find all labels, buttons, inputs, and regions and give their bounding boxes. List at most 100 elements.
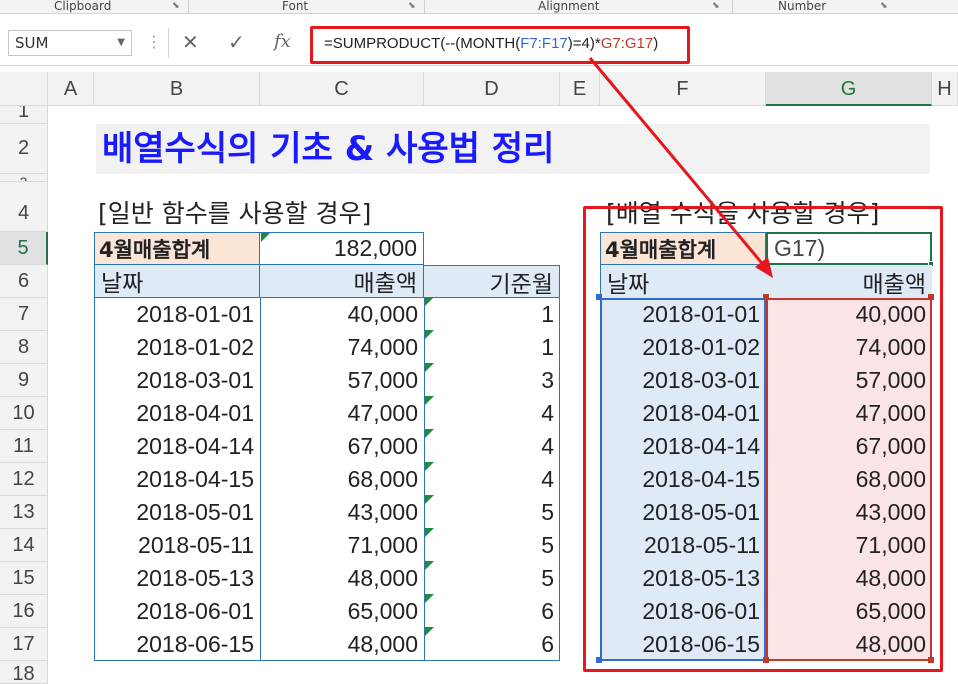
select-all-corner[interactable] [0,72,48,106]
ribbon-separator [188,0,189,14]
chevron-down-icon[interactable]: ▼ [117,31,125,55]
error-indicator-icon [425,429,434,438]
left-sales-cell[interactable]: 43,000 [260,496,424,529]
left-month-cell[interactable]: 4 [424,397,560,430]
left-sales-cell[interactable]: 67,000 [260,430,424,463]
column-header-d[interactable]: D [424,72,560,106]
row-header-3[interactable]: 3 [0,174,48,182]
left-total-value[interactable]: 182,000 [260,232,424,265]
ribbon-group-font: Font [282,0,309,13]
error-indicator-icon [425,594,434,603]
row-header-6[interactable]: 6 [0,265,48,298]
ribbon-group-clipboard: Clipboard [54,0,112,13]
ribbon-separator [732,0,733,14]
column-header-e[interactable]: E [560,72,600,106]
left-month-cell[interactable]: 6 [424,628,560,661]
left-section-heading[interactable]: [일반 함수를 사용할 경우] [98,194,371,230]
column-header-f[interactable]: F [600,72,766,106]
array-formula-highlight-box [583,206,943,672]
error-indicator-icon [425,363,434,372]
error-indicator-icon [425,627,434,636]
error-indicator-icon [425,561,434,570]
left-month-cell[interactable]: 6 [424,595,560,628]
left-sales-cell[interactable]: 68,000 [260,463,424,496]
enter-icon[interactable]: ✓ [228,30,245,54]
drag-handle-icon[interactable]: ⋮ [146,32,162,52]
row-header-2[interactable]: 2 [0,124,48,174]
left-date-cell[interactable]: 2018-05-11 [94,529,260,562]
ribbon-group-alignment: Alignment [538,0,600,13]
left-month-cell[interactable]: 5 [424,562,560,595]
left-date-cell[interactable]: 2018-01-02 [94,331,260,364]
left-month-cell[interactable]: 5 [424,529,560,562]
left-sales-cell[interactable]: 74,000 [260,331,424,364]
row-header-18[interactable]: 18 [0,661,48,684]
left-month-cell[interactable]: 5 [424,496,560,529]
row-header-5[interactable]: 5 [0,232,48,265]
left-sales-cell[interactable]: 65,000 [260,595,424,628]
left-date-cell[interactable]: 2018-05-13 [94,562,260,595]
left-month-cell[interactable]: 1 [424,298,560,331]
sheet-title[interactable]: 배열수식의 기초 & 사용법 정리 [96,124,930,174]
column-header-a[interactable]: A [48,72,94,106]
formula-highlight-box [310,26,690,64]
dialog-launcher-icon[interactable]: ⬊ [172,2,181,11]
row-header-7[interactable]: 7 [0,298,48,331]
row-header-8[interactable]: 8 [0,331,48,364]
ribbon-group-number: Number [778,0,827,13]
column-header-b[interactable]: B [94,72,260,106]
left-sales-cell[interactable]: 48,000 [260,628,424,661]
left-date-cell[interactable]: 2018-04-14 [94,430,260,463]
row-header-9[interactable]: 9 [0,364,48,397]
error-indicator-icon [425,528,434,537]
left-month-cell[interactable]: 4 [424,463,560,496]
left-sales-cell[interactable]: 40,000 [260,298,424,331]
left-header-month[interactable]: 기준월 [424,265,560,298]
left-date-cell[interactable]: 2018-05-01 [94,496,260,529]
left-header-sales[interactable]: 매출액 [260,265,424,298]
ribbon-group-labels: Clipboard ⬊ Font ⬊ Alignment ⬊ Number ⬊ [0,0,958,14]
row-header-13[interactable]: 13 [0,496,48,529]
error-indicator-icon [261,233,270,242]
left-total-label[interactable]: 4월매출합계 [94,232,260,265]
row-header-17[interactable]: 17 [0,628,48,661]
column-header-c[interactable]: C [260,72,424,106]
formula-bar-separator [168,28,169,58]
left-date-cell[interactable]: 2018-06-01 [94,595,260,628]
left-date-cell[interactable]: 2018-03-01 [94,364,260,397]
insert-function-icon[interactable]: fx [274,30,291,54]
row-header-1[interactable]: 1 [0,106,48,124]
row-header-15[interactable]: 15 [0,562,48,595]
row-header-12[interactable]: 12 [0,463,48,496]
error-indicator-icon [425,495,434,504]
left-date-cell[interactable]: 2018-04-15 [94,463,260,496]
name-box-value: SUM [15,34,49,52]
error-indicator-icon [425,330,434,339]
left-sales-cell[interactable]: 47,000 [260,397,424,430]
dialog-launcher-icon[interactable]: ⬊ [880,2,889,11]
left-date-cell[interactable]: 2018-06-15 [94,628,260,661]
left-date-cell[interactable]: 2018-01-01 [94,298,260,331]
error-indicator-icon [425,462,434,471]
row-header-11[interactable]: 11 [0,430,48,463]
left-month-cell[interactable]: 1 [424,331,560,364]
error-indicator-icon [425,297,434,306]
left-month-cell[interactable]: 4 [424,430,560,463]
cancel-icon[interactable]: ✕ [182,30,199,54]
dialog-launcher-icon[interactable]: ⬊ [408,2,417,11]
ribbon-separator [424,0,425,14]
row-header-14[interactable]: 14 [0,529,48,562]
name-box[interactable]: SUM ▼ [8,30,132,56]
left-month-cell[interactable]: 3 [424,364,560,397]
row-header-16[interactable]: 16 [0,595,48,628]
left-header-date[interactable]: 날짜 [94,265,260,298]
column-header-g[interactable]: G [766,72,932,106]
row-header-10[interactable]: 10 [0,397,48,430]
left-date-cell[interactable]: 2018-04-01 [94,397,260,430]
column-header-h[interactable]: H [932,72,958,106]
left-sales-cell[interactable]: 71,000 [260,529,424,562]
row-header-4[interactable]: 4 [0,182,48,232]
left-sales-cell[interactable]: 57,000 [260,364,424,397]
dialog-launcher-icon[interactable]: ⬊ [712,2,721,11]
left-sales-cell[interactable]: 48,000 [260,562,424,595]
